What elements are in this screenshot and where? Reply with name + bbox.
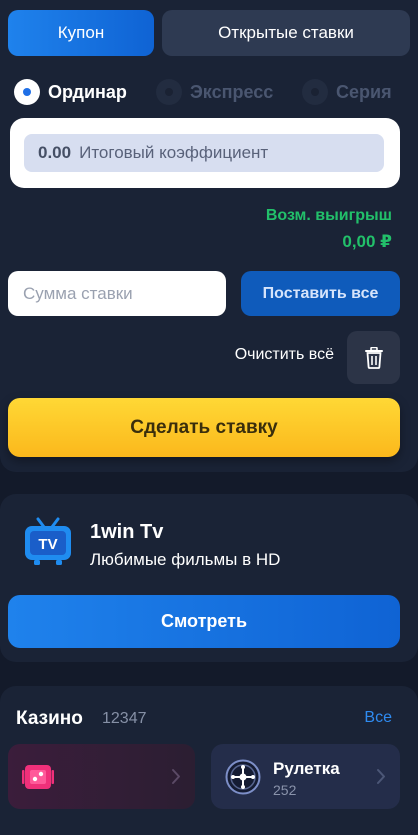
bet-type-selector: Ординар Экспресс Серия — [14, 78, 404, 106]
roulette-icon — [225, 759, 261, 795]
radio-unselected-icon — [156, 79, 182, 105]
bet-type-express[interactable]: Экспресс — [156, 78, 273, 106]
bet-type-single[interactable]: Ординар — [14, 78, 127, 106]
tv-subtitle: Любимые фильмы в HD — [90, 550, 281, 569]
radio-unselected-icon — [302, 79, 328, 105]
betslip-tabs: Купон Открытые ставки — [8, 10, 410, 56]
chevron-right-icon — [172, 769, 180, 784]
possible-win-value: 0,00 ₽ — [342, 232, 392, 251]
bet-type-series[interactable]: Серия — [302, 78, 392, 106]
stake-amount-input[interactable] — [8, 271, 226, 316]
bet-type-express-label: Экспресс — [190, 81, 274, 102]
tab-open-bets[interactable]: Открытые ставки — [162, 10, 410, 56]
casino-category-count: 252 — [273, 782, 297, 798]
total-coefficient-label: Итоговый коэффициент — [79, 143, 269, 162]
casino-category-name: Рулетка — [273, 759, 340, 778]
watch-label: Смотреть — [160, 611, 248, 631]
chevron-right-icon — [377, 769, 385, 784]
total-coefficient-value: 0.00 — [38, 143, 72, 162]
tab-coupon[interactable]: Купон — [8, 10, 154, 56]
bet-type-single-label: Ординар — [48, 81, 127, 102]
clear-all-label[interactable]: Очистить всё — [235, 346, 334, 364]
bet-type-series-label: Серия — [336, 81, 392, 102]
clear-all-button[interactable] — [347, 331, 400, 384]
tv-promo-card: TV 1win Tv Любимые фильмы в HD Смотреть — [0, 494, 418, 662]
slots-icon — [22, 765, 54, 789]
total-coefficient-box: 0.00 Итоговый коэффициент — [10, 118, 400, 188]
place-bet-button[interactable]: Сделать ставку — [8, 398, 400, 457]
casino-section: Казино 12347 Все Рулетка 252 — [0, 686, 418, 835]
tv-title: 1win Tv — [90, 521, 164, 543]
trash-icon — [364, 346, 383, 369]
tv-icon-text: TV — [38, 536, 57, 553]
place-bet-label: Сделать ставку — [130, 416, 278, 438]
casino-see-all-link[interactable]: Все — [364, 709, 392, 727]
watch-button[interactable]: Смотреть — [8, 595, 400, 648]
casino-title: Казино — [16, 708, 83, 729]
casino-game-count: 12347 — [102, 710, 147, 727]
coupon-panel: Купон Открытые ставки Ординар Экспресс С… — [0, 0, 418, 472]
radio-selected-icon — [14, 79, 40, 105]
stake-all-label: Поставить все — [262, 284, 379, 302]
possible-win-label: Возм. выигрыш — [265, 207, 392, 224]
casino-category-slots[interactable] — [8, 744, 195, 809]
total-coefficient-field: 0.00 Итоговый коэффициент — [24, 134, 384, 172]
betslip-page: Купон Открытые ставки Ординар Экспресс С… — [0, 0, 418, 835]
stake-all-button[interactable]: Поставить все — [241, 271, 400, 316]
tab-coupon-label: Купон — [57, 23, 105, 42]
tv-icon: TV — [25, 517, 71, 565]
casino-category-roulette[interactable]: Рулетка 252 — [211, 744, 400, 809]
tab-open-bets-label: Открытые ставки — [218, 23, 354, 42]
